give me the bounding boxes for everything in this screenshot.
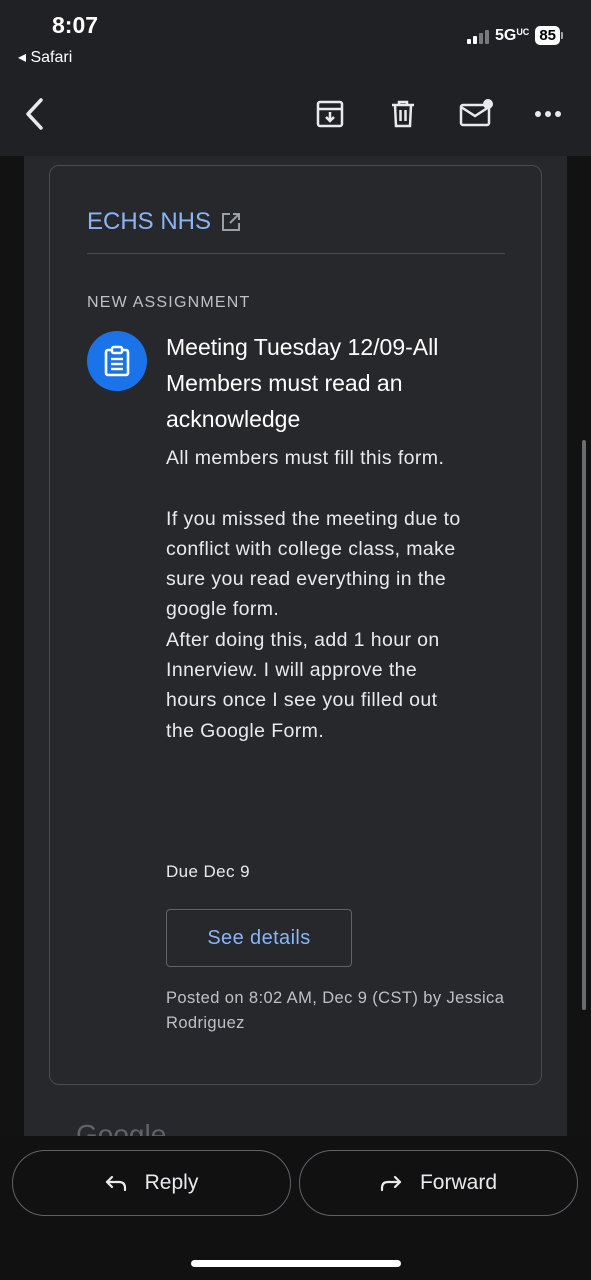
divider (87, 253, 505, 254)
reply-button[interactable]: Reply (12, 1150, 291, 1216)
assignment-card: ECHS NHS NEW ASSIGNMENT Meeting Tuesday … (49, 165, 542, 1085)
forward-label: Forward (419, 1171, 498, 1194)
battery-level: 85 (535, 26, 560, 45)
forward-button[interactable]: Forward (299, 1150, 578, 1216)
assignment-description: All members must fill this form. If you … (166, 443, 466, 746)
due-date: Due Dec 9 (166, 862, 250, 881)
home-indicator[interactable] (191, 1260, 401, 1267)
clock: 8:07 (52, 12, 99, 38)
trash-icon[interactable] (383, 94, 423, 134)
scrollbar[interactable] (582, 440, 586, 1010)
assignment-title[interactable]: Meeting Tuesday 12/09-All Members must r… (166, 329, 486, 437)
back-to-safari-link[interactable]: ◂ Safari (18, 47, 72, 67)
battery-icon: 85 (535, 26, 563, 45)
description-paragraph: If you missed the meeting due to conflic… (166, 507, 461, 621)
back-chevron-icon[interactable] (14, 94, 54, 134)
forward-icon (380, 1175, 402, 1192)
open-external-icon (222, 213, 241, 231)
posted-info: Posted on 8:02 AM, Dec 9 (CST) by Jessic… (166, 989, 505, 1032)
archive-icon[interactable] (310, 94, 350, 134)
email-toolbar (0, 80, 591, 156)
reply-label: Reply (144, 1171, 199, 1194)
bottom-action-bar: Reply Forward (0, 1136, 591, 1280)
status-indicators: 5GUC 85 (466, 26, 563, 45)
more-icon[interactable] (528, 94, 568, 134)
assignment-icon (87, 331, 147, 391)
section-label: NEW ASSIGNMENT (87, 294, 251, 311)
cellular-signal-icon (466, 28, 489, 44)
class-link[interactable]: ECHS NHS (87, 208, 241, 236)
status-bar: 8:07 ◂ Safari 5GUC 85 (0, 0, 591, 80)
description-paragraph: All members must fill this form. (166, 447, 445, 469)
google-footer-logo: Google (76, 1119, 167, 1136)
description-paragraph: After doing this, add 1 hour on Innervie… (166, 628, 440, 742)
mark-unread-icon[interactable] (456, 94, 496, 134)
class-name: ECHS NHS (87, 208, 212, 235)
reply-icon (105, 1175, 126, 1192)
network-type: 5GUC (494, 26, 530, 44)
see-details-button[interactable]: See details (166, 909, 352, 967)
